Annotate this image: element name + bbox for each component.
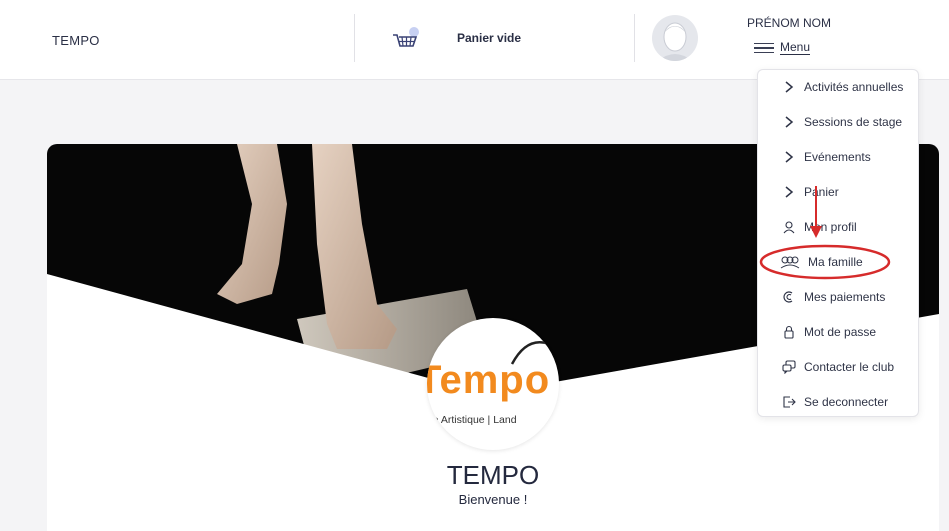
brand-link[interactable]: TEMPO [52,33,100,48]
menu-item-mon-profil[interactable]: Mon profil [782,220,857,234]
user-menu-dropdown: Activités annuelles Sessions de stage Ev… [757,69,919,417]
logo-subtitle: que Artistique | Land [427,414,517,426]
menu-item-label: Activités annuelles [804,80,904,94]
chevron-right-icon [782,150,796,164]
menu-item-label: Ma famille [808,255,863,269]
menu-item-label: Se deconnecter [804,395,889,409]
menu-item-label: Panier [804,185,839,199]
family-icon [780,255,800,269]
menu-item-mot-de-passe[interactable]: Mot de passe [782,325,876,339]
menu-item-label: Sessions de stage [804,115,903,129]
menu-button[interactable]: Menu [754,40,811,55]
logout-icon [782,395,796,409]
menu-item-contacter-le-club[interactable]: Contacter le club [782,360,894,374]
payment-icon [782,290,796,304]
logo-swoosh-icon [510,341,555,365]
avatar[interactable] [652,15,698,61]
menu-item-se-deconnecter[interactable]: Se deconnecter [782,395,888,409]
hamburger-icon [754,42,774,54]
menu-item-label: Mes paiements [804,290,886,304]
chevron-right-icon [782,185,796,199]
menu-item-label: Contacter le club [804,360,895,374]
cart-status[interactable]: Panier vide [457,31,521,45]
menu-item-activites-annuelles[interactable]: Activités annuelles [782,80,903,94]
user-name: PRÉNOM NOM [747,16,831,30]
menu-item-label: Mon profil [804,220,857,234]
user-icon [782,220,796,234]
menu-item-ma-famille[interactable]: Ma famille [780,255,863,269]
club-logo: Tempo que Artistique | Land [427,318,559,450]
welcome-text: Bienvenue ! [458,492,528,507]
menu-item-label: Mot de passe [804,325,877,339]
top-bar: TEMPO Panier vide PRÉNOM NOM Menu [0,0,949,80]
menu-item-panier[interactable]: Panier [782,185,839,199]
menu-item-sessions-de-stage[interactable]: Sessions de stage [782,115,902,129]
chat-icon [782,360,796,374]
lock-icon [782,325,796,339]
cart-icon[interactable] [390,26,420,52]
menu-item-evenements[interactable]: Evénements [782,150,871,164]
chevron-right-icon [782,115,796,129]
menu-item-label: Evénements [804,150,871,164]
chevron-right-icon [782,80,796,94]
menu-item-mes-paiements[interactable]: Mes paiements [782,290,885,304]
club-name: TEMPO [446,460,540,490]
divider [634,14,635,62]
divider [354,14,355,62]
menu-label: Menu [780,40,811,55]
